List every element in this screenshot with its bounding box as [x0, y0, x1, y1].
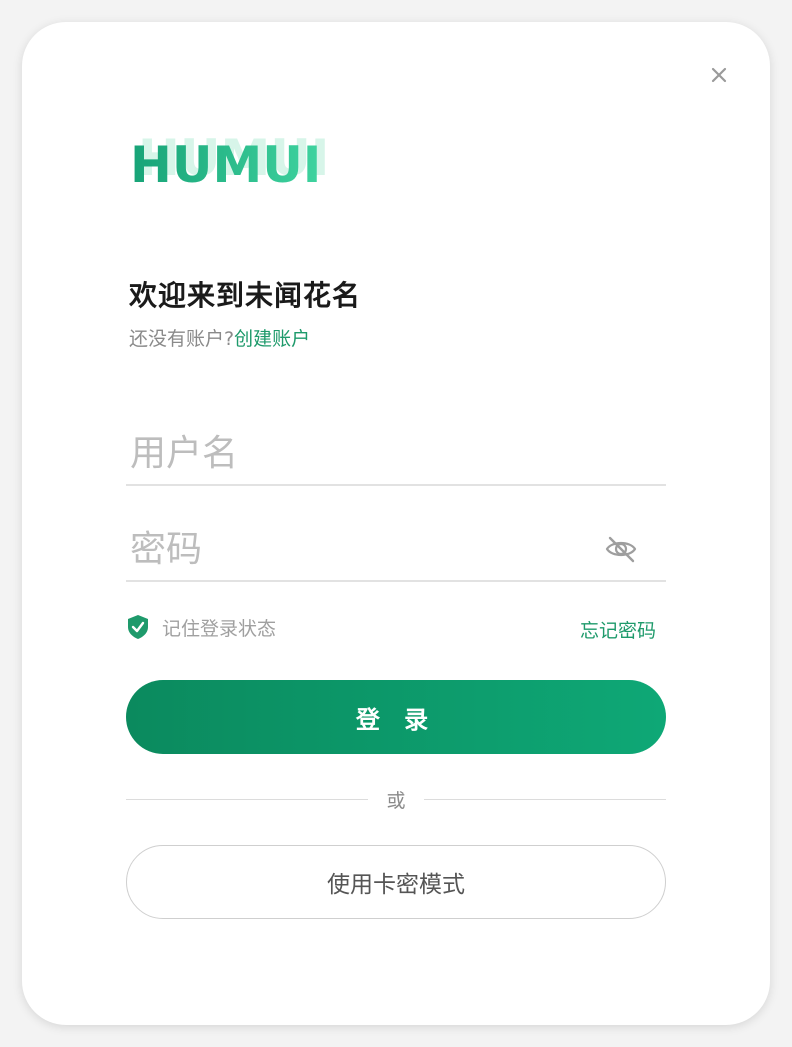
login-dialog: HUMUI HUMUI 欢迎来到未闻花名 还没有账户?创建账户 记住登录状态 忘… — [22, 22, 770, 1025]
eye-off-icon[interactable] — [604, 532, 638, 566]
remember-me-label: 记住登录状态 — [162, 617, 277, 640]
username-field — [126, 414, 666, 486]
remember-me-checkbox[interactable]: 记住登录状态 — [126, 614, 276, 640]
password-input[interactable] — [130, 529, 590, 570]
or-divider: 或 — [126, 786, 666, 812]
login-button[interactable]: 登 录 — [126, 680, 666, 754]
humui-logo: HUMUI HUMUI — [130, 129, 329, 194]
create-account-link[interactable]: 创建账户 — [234, 328, 310, 350]
forgot-password-link[interactable]: 忘记密码 — [580, 616, 656, 643]
card-mode-button[interactable]: 使用卡密模式 — [126, 845, 666, 919]
welcome-title: 欢迎来到未闻花名 — [129, 279, 362, 312]
no-account-text: 还没有账户? — [129, 328, 235, 350]
username-input[interactable] — [130, 433, 590, 474]
divider-line-right — [424, 799, 666, 800]
password-field — [126, 510, 666, 582]
svg-text:HUMUI: HUMUI — [130, 136, 321, 194]
close-icon[interactable] — [708, 64, 730, 86]
shield-check-icon — [128, 615, 148, 639]
signup-prompt: 还没有账户?创建账户 — [129, 324, 310, 351]
